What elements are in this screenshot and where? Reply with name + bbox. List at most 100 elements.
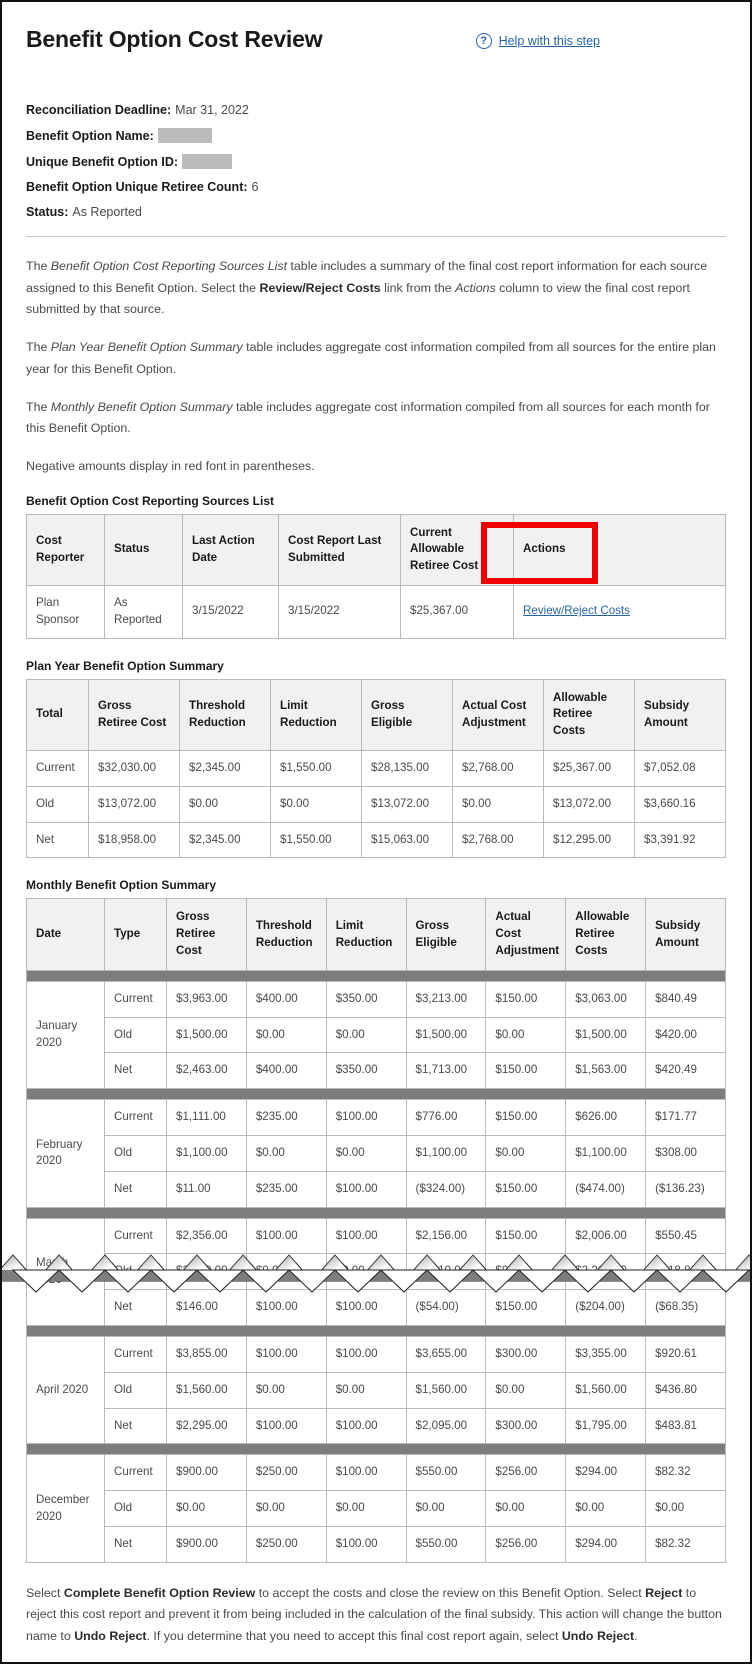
cell-value: $0.00 <box>245 1016 327 1054</box>
cell-value: $0.00 <box>325 1016 407 1054</box>
benefit-option-meta: Reconciliation Deadline: Mar 31, 2022 Be… <box>26 103 726 219</box>
benefit-option-name-redacted-value <box>157 128 212 143</box>
sources-col-header-3: Cost Report Last Submitted <box>278 513 401 587</box>
cell-value: $2,210.00 <box>166 1253 247 1291</box>
cell-value: ($204.00) <box>565 1289 647 1326</box>
p1-text-a: The <box>26 259 51 273</box>
unique-retiree-count-label: Benefit Option Unique Retiree Count: <box>26 180 248 194</box>
plan-year-col-header-4: Gross Eligible <box>361 678 453 752</box>
cell-value: $2,210.00 <box>405 1253 487 1291</box>
cell-value: $25,367.00 <box>543 750 635 787</box>
cell-value: $82.32 <box>645 1525 726 1563</box>
cell-value: $0.00 <box>645 1490 726 1527</box>
table-row: Old $1,100.00 $0.00 $0.00 $1,100.00 $0.00 $1,1… <box>27 1134 726 1172</box>
cell-value: $400.00 <box>245 980 327 1018</box>
cell-value: $300.00 <box>485 1335 567 1373</box>
table-row: Net $2,295.00 $100.00 $100.00 $2,095.00 $300.… <box>27 1407 726 1445</box>
monthly-col-header-6: Actual Cost Adjustment <box>485 898 567 971</box>
plan-year-col-header-6: Allowable Retiree Costs <box>543 678 635 752</box>
plan-year-header-row: Total Gross Retiree Cost Threshold Reducti… <box>26 678 726 752</box>
cell-value: $0.00 <box>325 1134 407 1172</box>
table-row: Net $18,958.00 $2,345.00 $1,550.00 $15,063.0… <box>26 821 726 859</box>
cell-value: $100.00 <box>325 1170 407 1208</box>
month-group-separator <box>26 1324 726 1337</box>
separator-cell <box>26 1088 726 1101</box>
sources-col-header-5: Actions <box>513 513 726 587</box>
table-row: Old $2,210.00 $0.00 $0.00 $2,210.00 $0.00 $2,2… <box>27 1253 726 1291</box>
cell-row-type: Old <box>104 1016 167 1054</box>
f1-bold-reject: Reject <box>645 1585 683 1600</box>
monthly-col-header-8: Subsidy Amount <box>645 898 726 971</box>
cell-value: ($474.00) <box>565 1170 647 1208</box>
cell-value: $256.00 <box>485 1525 567 1563</box>
monthly-summary-table: Date Type Gross Retiree Cost Threshold Redu… <box>26 898 726 1563</box>
separator-cell <box>26 969 726 982</box>
cell-value: ($136.23) <box>645 1170 726 1208</box>
monthly-col-header-5: Gross Eligible <box>405 898 487 971</box>
cell-value: $0.00 <box>245 1253 327 1291</box>
cell-value: $171.77 <box>645 1099 726 1136</box>
cell-row-type: Current <box>104 1099 167 1136</box>
benefit-option-name-row: Benefit Option Name: <box>26 128 726 143</box>
cell-status: As Reported <box>104 585 183 639</box>
cell-value: $12,295.00 <box>543 821 635 859</box>
cost-reporting-sources-table: Cost Reporter Status Last Action Date Cost … <box>26 513 726 639</box>
cell-month-date: April 2020 <box>26 1335 105 1445</box>
sources-table-header-row: Cost Reporter Status Last Action Date Cost … <box>26 513 726 587</box>
monthly-col-header-1: Type <box>104 898 167 971</box>
cell-value: $100.00 <box>325 1335 407 1373</box>
page-header: Benefit Option Cost Review ? Help with t… <box>26 24 726 53</box>
sources-col-header-1: Status <box>104 513 183 587</box>
cell-value: $294.00 <box>565 1454 647 1492</box>
table-row: Current $32,030.00 $2,345.00 $1,550.00 $28,1… <box>26 750 726 787</box>
f1-bold-complete: Complete Benefit Option Review <box>63 1585 256 1600</box>
cell-value: $0.00 <box>325 1253 407 1291</box>
cell-value: $350.00 <box>325 980 407 1018</box>
f1-bold-undo-reject-2: Undo Reject <box>561 1629 635 1644</box>
monthly-col-header-4: Limit Reduction <box>325 898 407 971</box>
negative-amounts-note: Negative amounts display in red font in … <box>26 458 315 473</box>
monthly-col-header-7: Allowable Retiree Costs <box>565 898 647 971</box>
cell-value: $100.00 <box>245 1407 327 1445</box>
p1-italic-2: Actions <box>455 280 496 295</box>
cell-value: $1,560.00 <box>565 1371 647 1409</box>
cell-row-type: Current <box>104 1335 167 1373</box>
cell-value: $2,345.00 <box>179 750 271 787</box>
status-label: Status: <box>26 205 69 219</box>
reconciliation-deadline-value: Mar 31, 2022 <box>175 103 249 117</box>
cell-value: $82.32 <box>645 1454 726 1492</box>
f1-text-d: . If you determine that you need to acce… <box>146 1629 562 1644</box>
cell-value: $100.00 <box>245 1217 327 1255</box>
cell-value: $550.00 <box>405 1525 487 1563</box>
cell-value: $1,500.00 <box>405 1016 487 1054</box>
cell-value: $2,095.00 <box>405 1407 487 1445</box>
table-row: Old $1,560.00 $0.00 $0.00 $1,560.00 $0.00 $1,5… <box>27 1371 726 1409</box>
p1-text-c: link from the <box>380 280 456 295</box>
cell-value: $2,356.00 <box>166 1217 247 1255</box>
month-group-separator <box>26 1206 726 1219</box>
cell-value: $1,713.00 <box>405 1052 487 1090</box>
cell-value: $1,100.00 <box>166 1134 247 1172</box>
cell-value: $2,463.00 <box>166 1052 247 1090</box>
review-reject-costs-link[interactable]: Review/Reject Costs <box>523 604 630 617</box>
cell-value: $3,963.00 <box>166 980 247 1018</box>
monthly-table-caption: Monthly Benefit Option Summary <box>26 878 217 893</box>
cell-value: $100.00 <box>245 1335 327 1373</box>
status-row: Status: As Reported <box>26 205 726 219</box>
table-row: Net $11.00 $235.00 $100.00 ($324.00) $150.00(… <box>27 1170 726 1208</box>
help-with-this-step-link[interactable]: ? Help with this step <box>475 33 600 49</box>
cell-value: ($54.00) <box>405 1289 487 1326</box>
unique-benefit-option-id-label: Unique Benefit Option ID: <box>26 154 179 169</box>
month-group-separator <box>26 1443 726 1456</box>
sources-col-header-4: Current Allowable Retiree Cost <box>400 513 514 587</box>
f1-text-a: Select <box>26 1585 64 1600</box>
sources-table-caption: Benefit Option Cost Reporting Sources Li… <box>26 493 275 508</box>
cell-value: $100.00 <box>325 1217 407 1255</box>
cell-value: $235.00 <box>245 1099 327 1136</box>
cell-value: $2,156.00 <box>405 1217 487 1255</box>
intro-paragraph-2: The Plan Year Benefit Option Summary tab… <box>26 337 726 380</box>
unique-retiree-count-value: 6 <box>251 180 259 194</box>
cell-value: $0.00 <box>485 1490 567 1527</box>
cell-value: $256.00 <box>485 1454 567 1492</box>
plan-year-col-header-5: Actual Cost Adjustment <box>452 678 544 752</box>
